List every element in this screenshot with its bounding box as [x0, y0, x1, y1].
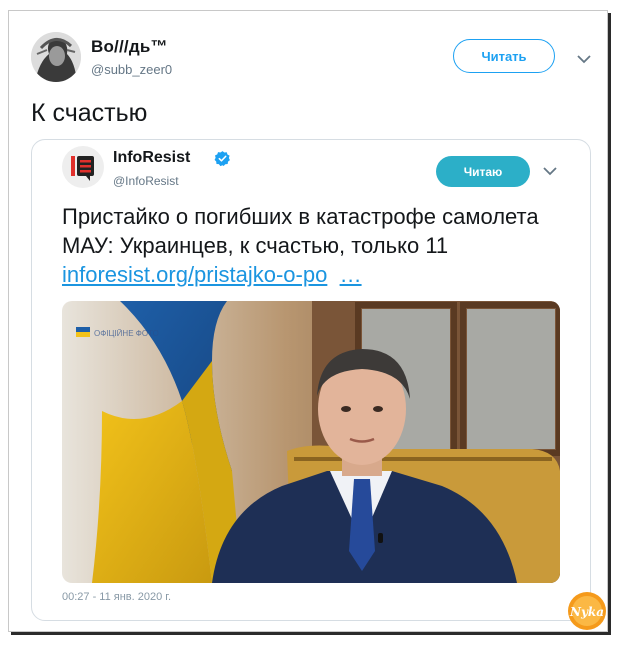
author-avatar[interactable]	[31, 32, 81, 82]
quoted-tweet[interactable]: InfoResist @InfoResist Читаю Пристайко о…	[31, 139, 591, 621]
tweet-photo[interactable]: ОФІЦІЙНЕ ФОТО	[62, 301, 560, 583]
quoted-author-handle[interactable]: @InfoResist	[113, 174, 179, 188]
verified-badge-icon	[214, 151, 230, 167]
link-ellipsis[interactable]: …	[340, 262, 362, 287]
chevron-down-icon[interactable]	[577, 54, 591, 64]
quoted-text-body: Пристайко о погибших в катастрофе самоле…	[62, 204, 539, 258]
inforesist-logo-icon	[71, 156, 94, 181]
photo-watermark: ОФІЦІЙНЕ ФОТО	[94, 329, 159, 338]
quoted-author-avatar[interactable]	[62, 146, 104, 188]
quoted-tweet-text: Пристайко о погибших в катастрофе самоле…	[62, 202, 582, 289]
quoted-author-name[interactable]: InfoResist	[113, 149, 190, 167]
tweet-timestamp[interactable]: 00:27 - 11 янв. 2020 г.	[62, 591, 171, 603]
tweet-text: К счастью	[31, 99, 148, 127]
tweet-card: Во///дь™ @subb_zeer0 Читать К счастью In…	[8, 10, 608, 632]
follow-button[interactable]: Читать	[453, 39, 555, 73]
site-watermark-logo: Nyka	[567, 591, 607, 631]
author-name[interactable]: Во///дь™	[91, 37, 168, 57]
chevron-down-icon[interactable]	[543, 166, 557, 176]
article-link[interactable]: inforesist.org/pristajko-o-po	[62, 262, 327, 287]
author-handle[interactable]: @subb_zeer0	[91, 62, 172, 77]
following-button[interactable]: Читаю	[436, 156, 530, 187]
watermark-text: Nyka	[569, 605, 604, 619]
